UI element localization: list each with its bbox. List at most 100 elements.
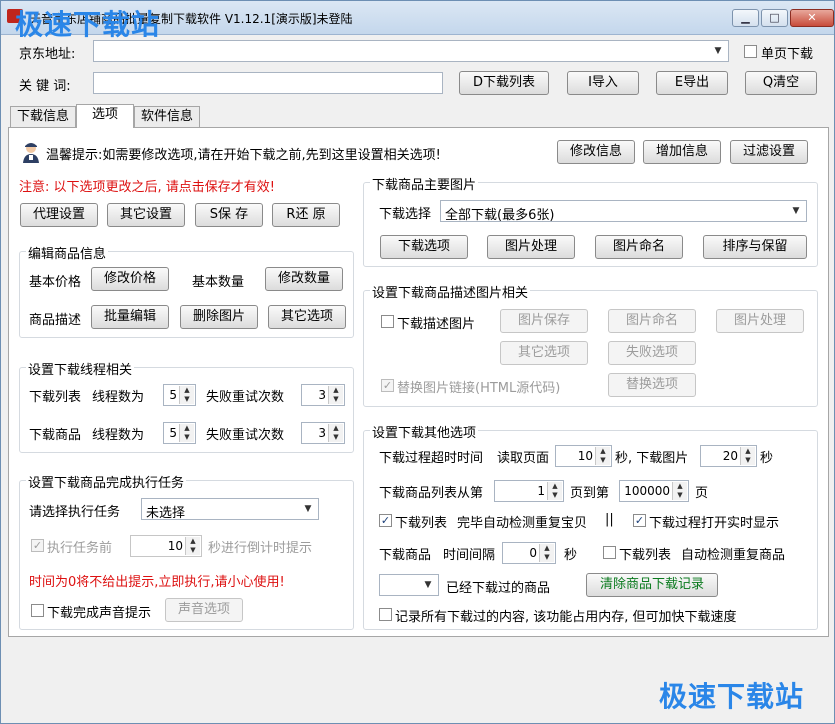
item-threads-count-label: 线程数为	[92, 428, 145, 443]
clear-records-button[interactable]: 清除商品下载记录	[586, 573, 718, 597]
url-combobox[interactable]: ▼	[93, 40, 729, 62]
list-retry-spinner[interactable]: 3 ▲ ▼	[301, 384, 345, 406]
list-auto-check-checkbox[interactable]: ✓	[379, 514, 392, 527]
desc-image-group-title: 设置下载商品描述图片相关	[370, 282, 531, 301]
add-info-button[interactable]: 增加信息	[643, 140, 721, 164]
proxy-settings-button[interactable]: 代理设置	[20, 203, 98, 227]
interval-value: 0	[529, 546, 537, 560]
spinner-arrows-icon[interactable]: ▲ ▼	[185, 537, 200, 555]
spinner-arrows-icon[interactable]: ▲ ▼	[328, 386, 343, 404]
tab-options[interactable]: 选项	[76, 104, 134, 128]
desc-other-options-button[interactable]: 其它选项	[500, 341, 588, 365]
minimize-button[interactable]: ▁	[732, 9, 759, 27]
desc-image-group: 设置下载商品描述图片相关 下载描述图片 图片保存 图片命名 图片处理 其它选项 …	[363, 282, 818, 407]
base-price-label: 基本价格	[29, 275, 82, 290]
item-threads-label: 下载商品	[29, 428, 82, 443]
download-img-spinner[interactable]: 20 ▲ ▼	[700, 445, 757, 467]
download-select-label: 下载选择	[379, 207, 432, 222]
main-image-group-title: 下载商品主要图片	[370, 174, 479, 193]
tab-software-info[interactable]: 软件信息	[134, 106, 200, 127]
modify-price-button[interactable]: 修改价格	[91, 267, 169, 291]
download-options-button[interactable]: 下载选项	[380, 235, 468, 259]
replace-link-checkbox[interactable]: ✓	[381, 379, 394, 392]
sound-checkbox[interactable]	[31, 604, 44, 617]
before-task-checkbox[interactable]: ✓	[31, 539, 44, 552]
batch-edit-button[interactable]: 批量编辑	[91, 305, 169, 329]
sort-keep-button[interactable]: 排序与保留	[703, 235, 807, 259]
spinner-arrows-icon[interactable]: ▲ ▼	[547, 482, 562, 500]
other-settings-button[interactable]: 其它设置	[107, 203, 185, 227]
download-list-button[interactable]: D下载列表	[459, 71, 549, 95]
spinner-arrows-icon[interactable]: ▲ ▼	[539, 544, 554, 562]
spinner-arrows-icon[interactable]: ▲ ▼	[179, 424, 194, 442]
countdown-spinner[interactable]: 10 ▲ ▼	[130, 535, 202, 557]
item-retry-value: 3	[318, 426, 326, 440]
desc-fail-options-button[interactable]: 失败选项	[608, 341, 696, 365]
read-page-value: 10	[577, 449, 593, 463]
save-button[interactable]: S保 存	[195, 203, 263, 227]
list-threads-spinner[interactable]: 5 ▲ ▼	[163, 384, 196, 406]
item-threads-spinner[interactable]: 5 ▲ ▼	[163, 422, 196, 444]
maximize-button[interactable]: □	[761, 9, 788, 27]
desc-image-name-button[interactable]: 图片命名	[608, 309, 696, 333]
clear-button[interactable]: Q清空	[745, 71, 817, 95]
single-page-checkbox[interactable]	[744, 45, 757, 58]
restore-button[interactable]: R还 原	[272, 203, 340, 227]
chevron-down-icon[interactable]: ▼	[710, 43, 726, 59]
downloaded-select[interactable]: ▼	[379, 574, 439, 596]
image-name-button[interactable]: 图片命名	[595, 235, 683, 259]
task-select-value: 未选择	[146, 506, 186, 521]
modify-qty-button[interactable]: 修改数量	[265, 267, 343, 291]
image-process-button[interactable]: 图片处理	[487, 235, 575, 259]
record-all-label: 记录所有下载过的内容, 该功能占用内存, 但可加快下载速度	[395, 610, 737, 625]
page-to-spinner[interactable]: 100000 ▲ ▼	[619, 480, 689, 502]
spinner-arrows-icon[interactable]: ▲ ▼	[595, 447, 610, 465]
keyword-input[interactable]	[93, 72, 443, 94]
task-select[interactable]: 未选择 ▼	[141, 498, 319, 521]
download-select-value: 全部下载(最多6张)	[445, 208, 555, 223]
read-page-label: 读取页面	[497, 451, 550, 466]
close-button[interactable]: ✕	[790, 9, 834, 27]
desc-image-process-button[interactable]: 图片处理	[716, 309, 804, 333]
chevron-down-icon[interactable]: ▼	[788, 203, 804, 219]
import-button[interactable]: I导入	[567, 71, 639, 95]
tab-download-info[interactable]: 下载信息	[10, 106, 76, 127]
spinner-arrows-icon[interactable]: ▲ ▼	[672, 482, 687, 500]
delete-image-button[interactable]: 删除图片	[180, 305, 258, 329]
list-from-label: 下载商品列表从第	[379, 486, 484, 501]
realtime-checkbox[interactable]: ✓	[633, 514, 646, 527]
page-from-spinner[interactable]: 1 ▲ ▼	[494, 480, 564, 502]
spinner-arrows-icon[interactable]: ▲ ▼	[328, 424, 343, 442]
modify-info-button[interactable]: 修改信息	[557, 140, 635, 164]
other-options-button[interactable]: 其它选项	[268, 305, 346, 329]
export-button[interactable]: E导出	[656, 71, 728, 95]
item-retry-spinner[interactable]: 3 ▲ ▼	[301, 422, 345, 444]
replace-options-button[interactable]: 替换选项	[608, 373, 696, 397]
keyword-label: 关 键 词:	[19, 79, 71, 94]
item-threads-value: 5	[169, 426, 177, 440]
single-page-label: 单页下载	[761, 47, 814, 62]
timeout-label: 下载过程超时时间	[379, 451, 484, 466]
list-threads-count-label: 线程数为	[92, 390, 145, 405]
spinner-arrows-icon[interactable]: ▲ ▼	[740, 447, 755, 465]
page-to-label: 页到第	[570, 486, 610, 501]
countdown-label: 秒进行倒计时提示	[208, 541, 313, 556]
finish-task-group: 设置下载商品完成执行任务 请选择执行任务 未选择 ▼ ✓ 执行任务前 10 ▲ ▼…	[19, 472, 354, 630]
download-desc-checkbox[interactable]	[381, 315, 394, 328]
read-page-spinner[interactable]: 10 ▲ ▼	[555, 445, 612, 467]
sound-options-button[interactable]: 声音选项	[165, 598, 243, 622]
filter-settings-button[interactable]: 过滤设置	[730, 140, 808, 164]
replace-link-label: 替换图片链接(HTML源代码)	[397, 381, 561, 396]
interval-spinner[interactable]: 0 ▲ ▼	[502, 542, 556, 564]
edit-goods-group-title: 编辑商品信息	[26, 243, 109, 262]
page-to-value: 100000	[624, 484, 670, 498]
tip-text: 温馨提示:如需要修改选项,请在开始下载之前,先到这里设置相关选项!	[46, 148, 441, 163]
chevron-down-icon[interactable]: ▼	[420, 577, 436, 593]
list-auto-repeat-checkbox[interactable]	[603, 546, 616, 559]
download-select[interactable]: 全部下载(最多6张) ▼	[440, 200, 807, 223]
record-all-checkbox[interactable]	[379, 608, 392, 621]
desc-image-save-button[interactable]: 图片保存	[500, 309, 588, 333]
spinner-arrows-icon[interactable]: ▲ ▼	[179, 386, 194, 404]
title-bar: 天音京东店铺商品批量复制下载软件 V1.12.1[演示版]未登陆 极速下载站 ▁…	[1, 1, 834, 41]
chevron-down-icon[interactable]: ▼	[300, 501, 316, 517]
